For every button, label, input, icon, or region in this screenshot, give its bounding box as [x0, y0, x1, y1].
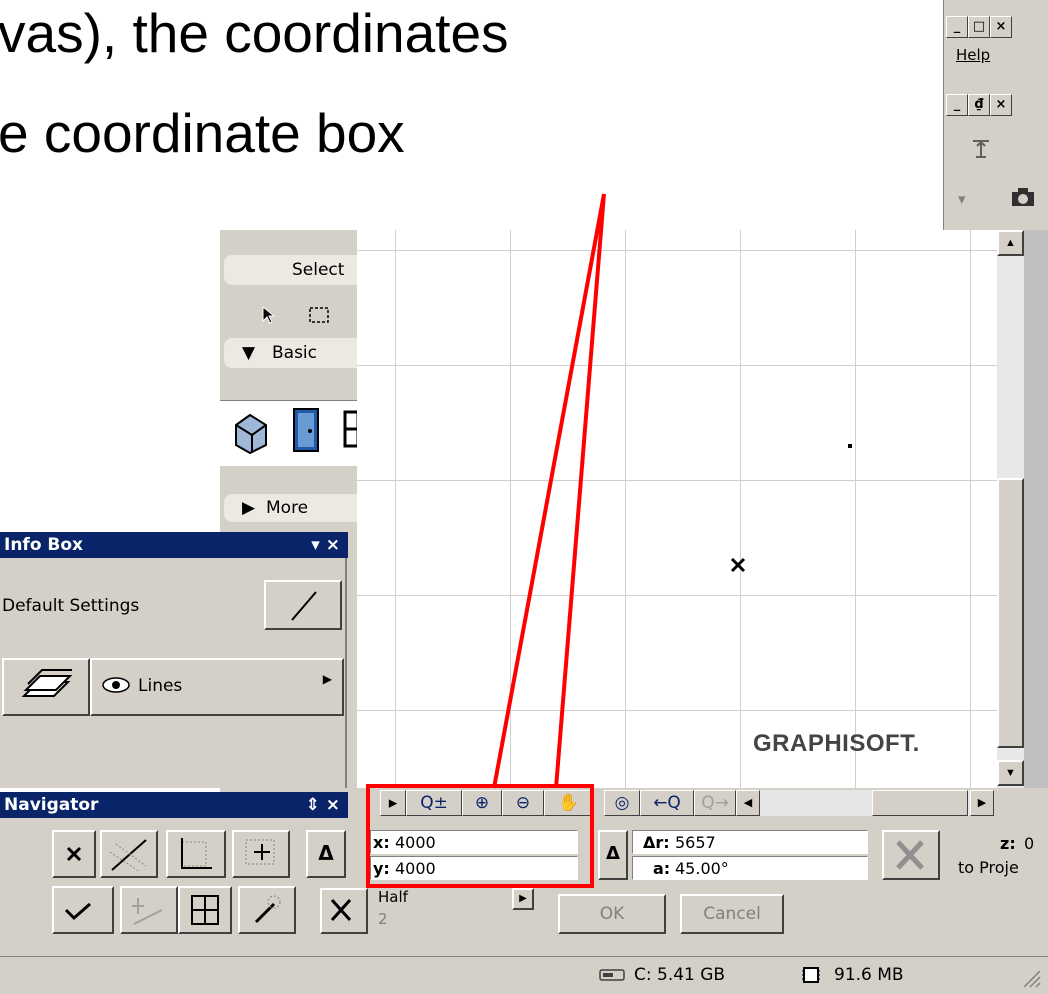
- wall-tool-icon[interactable]: [232, 409, 272, 455]
- triangle-down-icon: ▼: [242, 343, 256, 363]
- memory-chip-icon: [800, 965, 822, 990]
- to-project-label: to Proje: [958, 858, 1019, 877]
- arrow-select-icon[interactable]: [260, 305, 278, 325]
- y-value: 4000: [395, 859, 436, 878]
- scroll-up-button[interactable]: ▲: [997, 230, 1024, 256]
- select-label: Select: [292, 260, 345, 280]
- basic-label: Basic: [272, 343, 318, 363]
- close-button[interactable]: ×: [990, 16, 1012, 38]
- marquee-icon[interactable]: [308, 306, 330, 324]
- help-menu[interactable]: Help: [956, 46, 990, 64]
- snap-divisor-label: 2: [378, 910, 388, 928]
- next-zoom-icon[interactable]: Q→: [694, 790, 736, 816]
- submenu-arrow-icon: ▶: [322, 672, 332, 686]
- x-coordinate-field[interactable]: x: 4000: [370, 830, 578, 854]
- maximize-button[interactable]: □: [968, 16, 990, 38]
- snap-menu-button[interactable]: ▶: [512, 888, 534, 910]
- zoom-in-icon[interactable]: ⊕: [462, 790, 502, 816]
- disk-space: C: 5.41 GB: [634, 965, 726, 985]
- elevation-reference-button[interactable]: [882, 830, 940, 880]
- gravity-button[interactable]: [178, 886, 232, 934]
- scroll-right-button[interactable]: ▶: [970, 790, 994, 816]
- scroll-thumb[interactable]: [997, 478, 1024, 748]
- triangle-right-icon: ▶: [242, 498, 256, 518]
- delta-toggle-button[interactable]: Δ: [306, 830, 346, 878]
- status-bar: C: 5.41 GB 91.6 MB: [0, 956, 1048, 994]
- angle-field[interactable]: a: 45.00°: [632, 856, 868, 880]
- fit-in-window-icon[interactable]: ◎: [604, 790, 640, 816]
- line-icon: [291, 591, 317, 621]
- snap-grid-button[interactable]: [166, 830, 226, 878]
- ok-button[interactable]: OK: [558, 894, 666, 934]
- scroll-left-button[interactable]: ◀: [736, 790, 760, 816]
- x-value: 4000: [395, 833, 436, 852]
- layer-dropdown[interactable]: Lines ▶: [90, 658, 344, 716]
- layer-settings-button[interactable]: [2, 658, 90, 716]
- special-snap-button[interactable]: [320, 888, 368, 934]
- grid-rotate-button[interactable]: [100, 830, 158, 878]
- doc-restore-button[interactable]: ₫: [968, 94, 990, 116]
- camera-icon[interactable]: [1010, 186, 1036, 208]
- eye-icon: [102, 676, 130, 699]
- r-value: 5657: [675, 833, 716, 852]
- x-label: x:: [373, 833, 390, 852]
- a-label: a:: [653, 859, 671, 878]
- doc-close-button[interactable]: ×: [990, 94, 1012, 116]
- more-label: More: [266, 498, 309, 518]
- r-label: Δr:: [643, 833, 670, 852]
- zoom-plusminus-icon[interactable]: Q±: [406, 790, 462, 816]
- check-snap-button[interactable]: [52, 886, 114, 934]
- vertical-scrollbar[interactable]: ▲ ▼: [997, 230, 1024, 788]
- horizontal-scroll-thumb[interactable]: [872, 790, 968, 816]
- zoom-out-icon[interactable]: ⊖: [502, 790, 544, 816]
- graphisoft-logo: GRAPHISOFT.: [753, 730, 920, 757]
- slide-heading-line-2: e coordinate box: [0, 102, 405, 164]
- previous-zoom-icon[interactable]: ←Q: [640, 790, 694, 816]
- y-coordinate-field[interactable]: y: 4000: [370, 856, 578, 880]
- point-marker: [848, 444, 852, 448]
- a-value: 45.00°: [675, 859, 729, 878]
- slide-heading-line-1: vas), the coordinates: [0, 2, 509, 64]
- nav-arrow-button[interactable]: ▸: [380, 790, 406, 816]
- dropdown-arrow-icon[interactable]: ▾: [958, 190, 966, 208]
- y-label: y:: [373, 859, 390, 878]
- relative-toggle-button[interactable]: Δ: [598, 830, 628, 880]
- scrollbar-gutter: [1024, 230, 1048, 788]
- navigator-controls[interactable]: ⇕ ×: [306, 795, 340, 815]
- navigator-title: Navigator: [4, 795, 99, 815]
- memory-usage: 91.6 MB: [834, 965, 904, 985]
- pan-hand-icon[interactable]: ✋: [544, 790, 594, 816]
- disk-icon: [598, 967, 626, 988]
- info-box-controls[interactable]: ▾ ×: [311, 535, 340, 555]
- radius-field[interactable]: Δr: 5657: [632, 830, 868, 854]
- z-label: z:: [1000, 834, 1016, 853]
- doc-minimize-button[interactable]: _: [946, 94, 968, 116]
- layers-icon: [21, 669, 73, 697]
- info-box-title: Info Box: [4, 535, 84, 555]
- layer-label: Lines: [138, 676, 183, 696]
- info-box-titlebar[interactable]: Info Box ▾ ×: [0, 532, 348, 558]
- default-settings-label: Default Settings: [2, 596, 140, 616]
- navigator-titlebar[interactable]: Navigator ⇕ ×: [0, 792, 348, 818]
- resize-grip-icon[interactable]: [1020, 967, 1042, 994]
- offset-snap-button[interactable]: [120, 886, 178, 934]
- elevation-tool-icon[interactable]: [970, 137, 992, 161]
- z-value: 0: [1024, 834, 1035, 853]
- minimize-button[interactable]: _: [946, 16, 968, 38]
- construction-grid-button[interactable]: [232, 830, 290, 878]
- magic-wand-button[interactable]: [238, 886, 296, 934]
- cancel-button[interactable]: Cancel: [680, 894, 784, 934]
- snap-mode-label: Half: [378, 888, 408, 906]
- info-box-panel: Default Settings Lines ▶: [0, 558, 347, 788]
- door-tool-icon[interactable]: [290, 407, 322, 455]
- cursor-snap-button[interactable]: [52, 830, 96, 878]
- cursor-cross-icon: [729, 556, 747, 574]
- window-corner: _ □ × Help _ ₫ × ▾: [943, 0, 1048, 232]
- line-tool-button[interactable]: [264, 580, 342, 630]
- drawing-canvas[interactable]: GRAPHISOFT.: [357, 230, 997, 788]
- scroll-down-button[interactable]: ▼: [997, 760, 1024, 786]
